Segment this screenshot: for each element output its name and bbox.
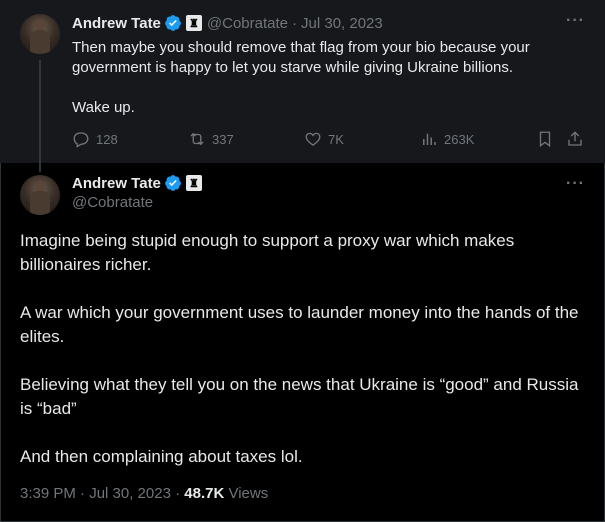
verified-badge-icon xyxy=(165,175,181,191)
more-options-icon[interactable]: ··· xyxy=(566,175,585,193)
main-tweet: Andrew Tate ♜ @Cobratate ··· Imagine bei… xyxy=(0,163,605,522)
repost-button[interactable]: 337 xyxy=(188,130,234,148)
parent-author-row: Andrew Tate ♜ @Cobratate · Jul 30, 2023 xyxy=(72,14,383,32)
analytics-icon xyxy=(423,133,436,145)
tweet-timestamp[interactable]: 3:39 PM · Jul 30, 2023 · xyxy=(20,485,180,502)
separator: · xyxy=(292,14,298,32)
views-count: 48.7K xyxy=(184,485,225,502)
more-options-icon[interactable]: ··· xyxy=(566,12,585,30)
views-label: Views xyxy=(228,485,269,502)
author-handle[interactable]: @Cobratate xyxy=(207,15,288,32)
reply-count: 128 xyxy=(96,131,118,147)
reply-icon xyxy=(73,132,89,148)
author-handle[interactable]: @Cobratate xyxy=(72,194,153,211)
thread-line xyxy=(39,60,41,172)
affiliate-badge-icon: ♜ xyxy=(185,175,202,191)
tweet-paragraph: Then maybe you should remove that flag f… xyxy=(72,39,530,76)
main-tweet-text: Imagine being stupid enough to support a… xyxy=(20,229,588,493)
views-button[interactable]: 263K xyxy=(420,130,474,148)
action-bar: 128 337 7K 263K xyxy=(72,130,592,150)
parent-tweet[interactable]: Andrew Tate ♜ @Cobratate · Jul 30, 2023 … xyxy=(0,0,605,172)
repost-icon xyxy=(190,132,204,146)
tweet-paragraph: Wake up. xyxy=(72,99,135,116)
tweet-paragraph: And then complaining about taxes lol. xyxy=(20,447,303,466)
tweet-meta: 3:39 PM · Jul 30, 2023 · 48.7K Views xyxy=(20,485,268,502)
author-name[interactable]: Andrew Tate xyxy=(72,15,161,32)
affiliate-badge-icon: ♜ xyxy=(185,15,202,31)
author-name[interactable]: Andrew Tate xyxy=(72,175,161,192)
view-count: 263K xyxy=(444,131,475,147)
verified-badge-icon xyxy=(165,15,181,31)
main-author-row: Andrew Tate ♜ xyxy=(72,174,202,192)
repost-count: 337 xyxy=(212,131,234,147)
parent-tweet-text: Then maybe you should remove that flag f… xyxy=(72,38,592,138)
tweet-paragraph: Believing what they tell you on the news… xyxy=(20,375,579,418)
avatar[interactable] xyxy=(20,175,60,215)
like-button[interactable]: 7K xyxy=(304,130,344,148)
tweet-paragraph: A war which your government uses to laun… xyxy=(20,303,579,346)
like-count: 7K xyxy=(328,131,344,147)
reply-button[interactable]: 128 xyxy=(72,130,118,148)
avatar[interactable] xyxy=(20,14,60,54)
heart-icon xyxy=(305,132,321,146)
bookmark-icon[interactable] xyxy=(536,130,554,148)
tweet-paragraph: Imagine being stupid enough to support a… xyxy=(20,231,515,274)
tweet-date[interactable]: Jul 30, 2023 xyxy=(301,15,383,32)
share-icon[interactable] xyxy=(566,130,584,148)
